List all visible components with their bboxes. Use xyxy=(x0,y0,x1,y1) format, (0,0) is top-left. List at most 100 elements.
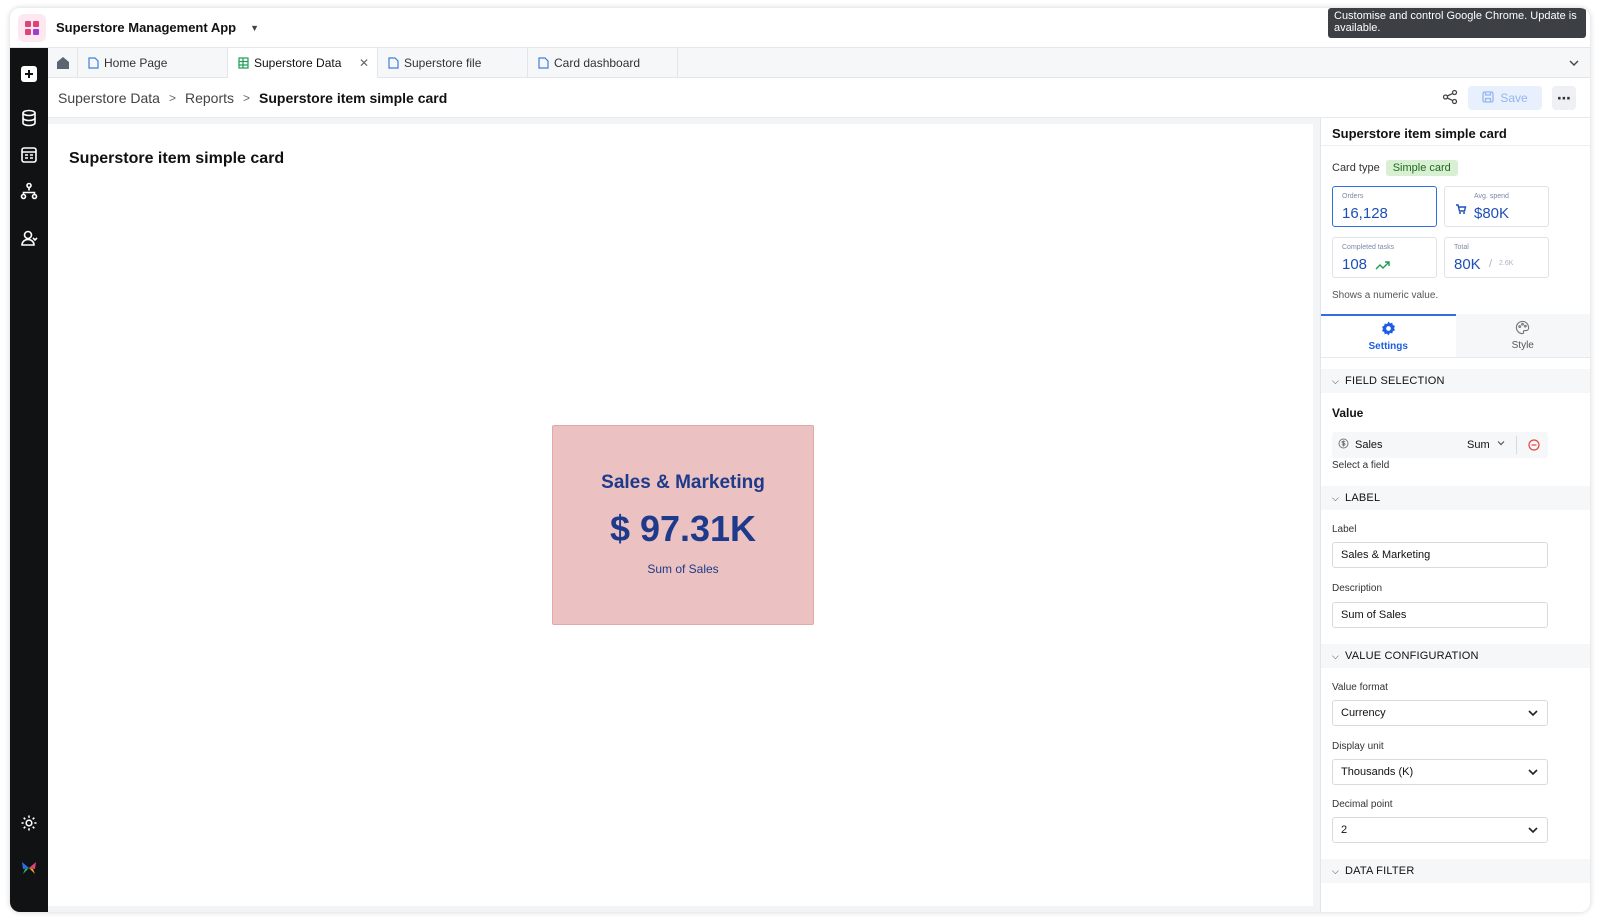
tab-home-page[interactable]: Home Page xyxy=(78,48,228,78)
workflow-icon[interactable] xyxy=(19,181,39,201)
remove-icon[interactable] xyxy=(1528,439,1540,454)
preview-caption: Total xyxy=(1454,244,1469,251)
breadcrumb: Superstore Data > Reports > Superstore i… xyxy=(48,78,1590,118)
chevron-right-icon: > xyxy=(243,90,251,105)
simple-card-widget[interactable]: Sales & Marketing $ 97.31K Sum of Sales xyxy=(552,425,814,625)
tab-settings-label: Settings xyxy=(1368,341,1408,352)
decimal-point-label: Decimal point xyxy=(1332,799,1393,810)
section-title: DATA FILTER xyxy=(1345,865,1415,877)
breadcrumb-item[interactable]: Reports xyxy=(185,90,234,106)
chevron-down-icon: ⌵ xyxy=(1332,865,1340,876)
value-format-select[interactable]: Currency xyxy=(1332,700,1548,726)
description-input[interactable]: Sum of Sales xyxy=(1332,602,1548,628)
value-field-name: Sales xyxy=(1355,439,1383,451)
preview-caption: Orders xyxy=(1342,193,1364,200)
preview-value: $80K xyxy=(1474,205,1510,222)
card-preview-completed-tasks[interactable]: Completed tasks 108 xyxy=(1332,237,1437,278)
tab-superstore-file[interactable]: Superstore file xyxy=(378,48,528,78)
share-icon[interactable] xyxy=(1442,89,1458,108)
chevron-down-icon xyxy=(1527,766,1539,781)
preview-value: 80K xyxy=(1454,256,1481,273)
currency-icon xyxy=(1338,438,1349,452)
value-heading: Value xyxy=(1332,406,1364,420)
page-icon xyxy=(88,57,99,69)
left-sidebar xyxy=(10,48,48,912)
tab-label: Superstore file xyxy=(404,56,482,70)
tab-label: Home Page xyxy=(104,56,168,70)
chevron-down-icon xyxy=(1496,438,1506,451)
page-icon xyxy=(538,57,549,69)
tab-label: Superstore Data xyxy=(254,56,342,70)
app-logo-icon[interactable] xyxy=(18,13,46,42)
tab-settings[interactable]: Settings xyxy=(1321,314,1456,357)
preview-value: 108 xyxy=(1342,256,1368,273)
card-type-hint: Shows a numeric value. xyxy=(1332,290,1439,301)
aggregate-select[interactable]: Sum xyxy=(1467,439,1490,451)
settings-gear-icon[interactable] xyxy=(19,813,39,833)
breadcrumb-current: Superstore item simple card xyxy=(259,89,448,106)
tab-style[interactable]: Style xyxy=(1455,314,1590,357)
select-value: 2 xyxy=(1341,824,1348,836)
sheet-icon xyxy=(238,57,249,69)
chevron-right-icon: > xyxy=(168,90,176,105)
panel-title: Superstore item simple card xyxy=(1321,118,1590,146)
card-description: Sum of Sales xyxy=(647,562,719,576)
display-unit-select[interactable]: Thousands (K) xyxy=(1332,759,1548,785)
section-value-configuration[interactable]: ⌵ VALUE CONFIGURATION xyxy=(1321,644,1590,668)
home-icon[interactable] xyxy=(48,48,78,78)
tabs-overflow-chevron-icon[interactable] xyxy=(1568,56,1580,74)
card-value: $ 97.31K xyxy=(609,508,757,549)
palette-icon xyxy=(1515,320,1530,338)
app-window: Superstore Management App ▼ Customise an… xyxy=(10,8,1590,912)
chevron-down-icon: ⌵ xyxy=(1332,650,1340,661)
value-format-label: Value format xyxy=(1332,682,1388,693)
section-title: LABEL xyxy=(1345,492,1381,504)
section-field-selection[interactable]: ⌵ FIELD SELECTION xyxy=(1321,369,1590,393)
gear-icon xyxy=(1381,321,1396,339)
report-title: Superstore item simple card xyxy=(69,150,285,167)
chevron-down-icon xyxy=(1527,824,1539,839)
preview-value: 16,128 xyxy=(1342,205,1388,222)
section-data-filter[interactable]: ⌵ DATA FILTER xyxy=(1321,859,1590,883)
chevron-down-icon: ⌵ xyxy=(1332,492,1340,503)
cart-icon xyxy=(1455,202,1467,220)
save-icon xyxy=(1482,90,1494,106)
decimal-point-select[interactable]: 2 xyxy=(1332,817,1548,843)
app-switcher-chevron-icon[interactable]: ▼ xyxy=(250,23,259,33)
trend-up-icon xyxy=(1375,258,1391,276)
close-icon[interactable]: ✕ xyxy=(359,56,369,70)
report-canvas: Superstore item simple card Sales & Mark… xyxy=(48,118,1323,912)
card-type-row: Card type Simple card xyxy=(1332,160,1458,176)
preview-caption: Avg. spend xyxy=(1474,193,1509,200)
card-type-badge[interactable]: Simple card xyxy=(1385,160,1458,176)
select-value: Thousands (K) xyxy=(1341,766,1414,778)
label-input[interactable]: Sales & Marketing xyxy=(1332,542,1548,568)
chevron-down-icon: ⌵ xyxy=(1332,375,1340,386)
tab-superstore-data[interactable]: Superstore Data ✕ xyxy=(228,48,378,78)
reports-icon[interactable] xyxy=(19,145,39,165)
select-field-hint[interactable]: Select a field xyxy=(1332,460,1389,471)
users-icon[interactable] xyxy=(19,228,39,248)
save-button[interactable]: Save xyxy=(1468,86,1542,110)
divider xyxy=(1516,436,1517,454)
tab-bar: Home Page Superstore Data ✕ Superstore f… xyxy=(48,48,1590,78)
card-preview-orders[interactable]: Orders 16,128 xyxy=(1332,186,1437,227)
preview-subvalue: 2.6K xyxy=(1499,260,1514,267)
breadcrumb-item[interactable]: Superstore Data xyxy=(58,90,160,106)
save-label: Save xyxy=(1500,91,1528,105)
app-title: Superstore Management App xyxy=(56,20,237,35)
more-options-button[interactable]: ⋯ xyxy=(1552,86,1576,110)
value-field-row[interactable]: Sales Sum xyxy=(1332,432,1548,458)
card-type-label: Card type xyxy=(1332,162,1380,174)
card-preview-total[interactable]: Total 80K / 2.6K xyxy=(1444,237,1549,278)
brand-butterfly-icon[interactable] xyxy=(19,858,39,878)
add-icon[interactable] xyxy=(19,64,39,84)
section-label[interactable]: ⌵ LABEL xyxy=(1321,486,1590,510)
card-preview-avg-spend[interactable]: Avg. spend $80K xyxy=(1444,186,1549,227)
display-unit-label: Display unit xyxy=(1332,741,1384,752)
page-icon xyxy=(388,57,399,69)
label-field-label: Label xyxy=(1332,524,1357,535)
database-icon[interactable] xyxy=(19,108,39,128)
tab-card-dashboard[interactable]: Card dashboard xyxy=(528,48,678,78)
chevron-down-icon xyxy=(1527,707,1539,722)
